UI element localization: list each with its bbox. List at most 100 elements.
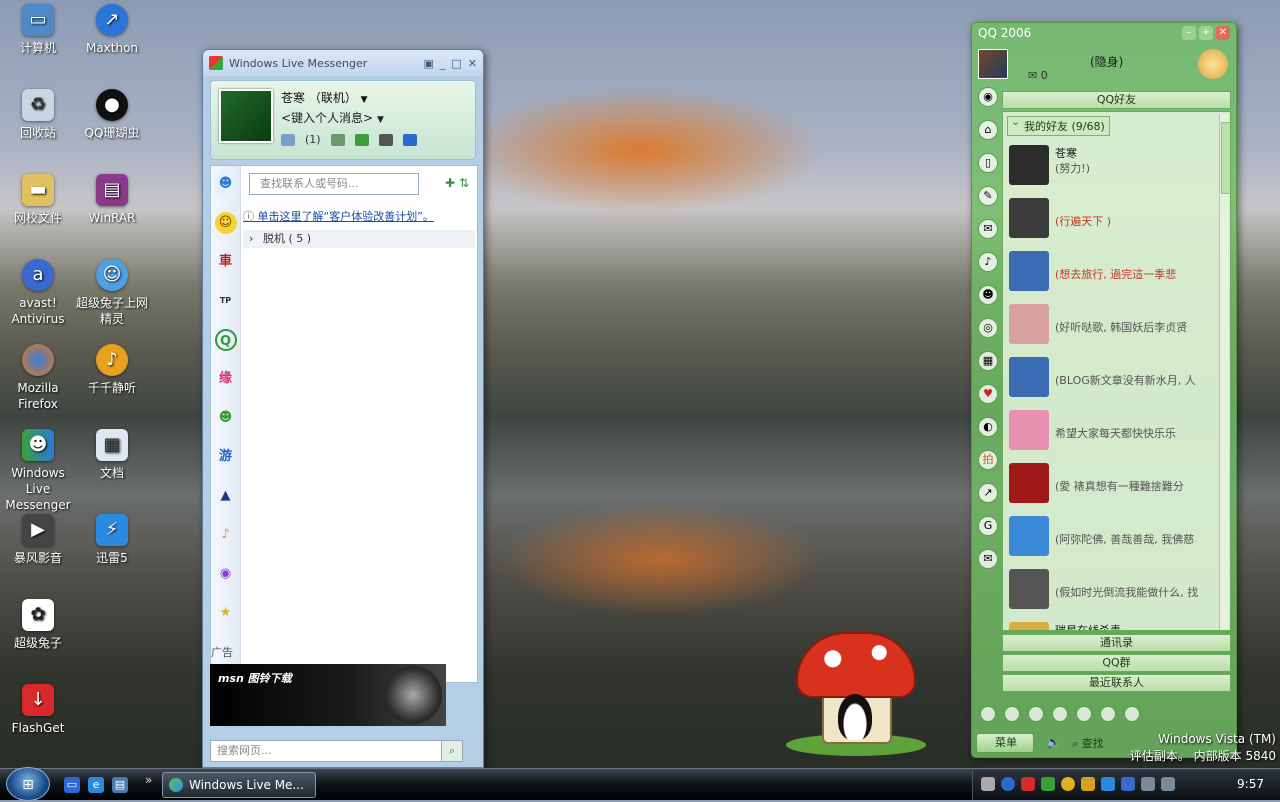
- web-search-input[interactable]: 搜索网页...: [210, 740, 462, 762]
- sort-icon[interactable]: ⇅: [459, 176, 469, 190]
- soso-icon[interactable]: G: [978, 516, 998, 536]
- desktop-icon-thunder[interactable]: ⚡ 迅雷5: [74, 514, 150, 566]
- desktop-icon-storm[interactable]: ▶ 暴风影音: [0, 514, 76, 566]
- switch-windows-icon[interactable]: ▤: [112, 777, 128, 793]
- personal-message[interactable]: <键入个人消息> ▼: [281, 109, 384, 126]
- messenger-tray-icon[interactable]: [1041, 777, 1055, 791]
- you-tab-icon[interactable]: 游: [215, 446, 237, 468]
- list-item[interactable]: 苍寒 (努力!): [1003, 139, 1230, 189]
- close-button[interactable]: ✕: [1216, 26, 1230, 40]
- paintbrush-icon[interactable]: [402, 133, 417, 146]
- smiley-tab-icon[interactable]: ☺: [214, 212, 237, 234]
- keyboard-icon[interactable]: [981, 777, 995, 791]
- dongfeng-tab-icon[interactable]: 車: [215, 251, 237, 273]
- list-item[interactable]: (行遍天下 ): [1003, 192, 1230, 242]
- desktop-icon-recycle-bin[interactable]: ♻ 回收站: [0, 89, 76, 141]
- user-icon[interactable]: [1004, 706, 1020, 722]
- storm-tray-icon[interactable]: [1121, 777, 1135, 791]
- pet2-icon[interactable]: [1076, 706, 1092, 722]
- show-desktop-icon[interactable]: ▭: [64, 777, 80, 793]
- adidas-tab-icon[interactable]: ▲: [215, 485, 237, 507]
- desktop-icon-ttplayer[interactable]: ♪ 千千静听: [74, 344, 150, 396]
- close-button[interactable]: ✕: [468, 57, 477, 70]
- desktop-icon-computer[interactable]: ▭ 计算机: [0, 4, 76, 56]
- list-item[interactable]: 瑞星在线杀毒: [1003, 616, 1230, 630]
- avatar[interactable]: [219, 89, 273, 143]
- minimize-button[interactable]: _: [440, 57, 446, 70]
- notes-icon[interactable]: ✎: [978, 186, 998, 206]
- contacts-tab-icon[interactable]: ☻: [214, 173, 237, 195]
- info-link[interactable]: ⓘ 单击这里了解“客户体验改善计划”。: [243, 208, 475, 224]
- desktop-icon-qq[interactable]: ● QQ珊瑚虫: [74, 89, 150, 141]
- maximize-button[interactable]: +: [1199, 26, 1213, 40]
- music-icon[interactable]: ♪: [978, 252, 998, 272]
- desktop-icon-rabbit[interactable]: ✿ 超级兔子: [0, 599, 76, 651]
- maximize-button[interactable]: □: [451, 57, 461, 70]
- user-tab-icon[interactable]: ☻: [215, 407, 237, 429]
- desktop-icon-messenger[interactable]: ☻ Windows Live Messenger: [0, 429, 76, 513]
- desktop-icon-winrar[interactable]: ▤ WinRAR: [74, 174, 150, 226]
- avatar[interactable]: [978, 49, 1008, 79]
- chevron-right-icon[interactable]: »: [145, 773, 152, 787]
- qq-tray-icon[interactable]: [1061, 777, 1075, 791]
- info-tray-icon[interactable]: [1101, 777, 1115, 791]
- minimize-button[interactable]: –: [1182, 26, 1196, 40]
- scrollbar[interactable]: [1219, 114, 1230, 630]
- group-offline[interactable]: › 脱机 ( 5 ): [243, 230, 475, 248]
- media-icon[interactable]: [1124, 706, 1140, 722]
- qq-pet-widget[interactable]: [786, 626, 926, 760]
- desktop-icon-flashget[interactable]: ↓ FlashGet: [0, 684, 76, 736]
- pet-icon[interactable]: [1052, 706, 1068, 722]
- bag-icon[interactable]: [1100, 706, 1116, 722]
- network-icon[interactable]: [1141, 777, 1155, 791]
- mail-tray-icon[interactable]: [1081, 777, 1095, 791]
- qzone-icon[interactable]: ⌂: [978, 120, 998, 140]
- list-item[interactable]: (好听哒歌, 韩国妖后李贞贤: [1003, 298, 1230, 348]
- tab-recent-contacts[interactable]: 最近联系人: [1002, 674, 1231, 692]
- search-icon[interactable]: ⌕: [441, 740, 463, 762]
- thinkpad-tab-icon[interactable]: TP: [215, 290, 237, 312]
- list-item[interactable]: 希望大家每天都快快乐乐: [1003, 404, 1230, 454]
- calendar-icon[interactable]: ▦: [978, 351, 998, 371]
- list-item[interactable]: (想去旅行, 過完這一季悲: [1003, 245, 1230, 295]
- tab-contacts[interactable]: 通讯录: [1002, 634, 1231, 652]
- chevron-down-icon[interactable]: ▼: [361, 95, 368, 105]
- star-tab-icon[interactable]: ★: [215, 602, 237, 624]
- sharing-folder-icon[interactable]: [330, 133, 345, 146]
- desktop-icon-firefox[interactable]: Mozilla Firefox: [0, 344, 76, 412]
- volume-icon[interactable]: [1161, 777, 1175, 791]
- yuan-tab-icon[interactable]: 缘: [215, 368, 237, 390]
- penguin-icon[interactable]: ◉: [978, 87, 998, 107]
- group-my-friends[interactable]: 我的好友 (9/68): [1007, 115, 1110, 136]
- game-icon[interactable]: ☻: [978, 285, 998, 305]
- mail-count[interactable]: (1): [305, 133, 321, 146]
- mobile-icon[interactable]: ▯: [978, 153, 998, 173]
- ie-icon[interactable]: e: [88, 777, 104, 793]
- globe-icon[interactable]: [1028, 706, 1044, 722]
- music-tab-icon[interactable]: ◉: [215, 563, 237, 585]
- options-icon[interactable]: [378, 133, 393, 146]
- desktop-icon-maxthon[interactable]: ↗ Maxthon: [74, 4, 150, 56]
- stock-icon[interactable]: ↗: [978, 483, 998, 503]
- flashget-tray-icon[interactable]: [1021, 777, 1035, 791]
- qq-menu-button[interactable]: 菜单: [976, 733, 1034, 753]
- desktop-icon-folder[interactable]: ▬ 网校文件: [0, 174, 76, 226]
- list-item[interactable]: (愛 裱真想有一種難捨難分: [1003, 457, 1230, 507]
- list-item[interactable]: (阿弥陀佛, 善哉善哉, 我佛慈: [1003, 510, 1230, 560]
- heart-icon[interactable]: ♥: [978, 384, 998, 404]
- display-name[interactable]: 苍寒 （联机） ▼: [281, 89, 368, 106]
- mail-icon[interactable]: ✉: [978, 219, 998, 239]
- add-contact-icon[interactable]: ✚: [445, 176, 455, 190]
- speaker-icon[interactable]: 🔈: [1046, 735, 1061, 749]
- contacts-icon[interactable]: [354, 133, 369, 146]
- list-item[interactable]: (假如时光倒流我能做什么, 找: [1003, 563, 1230, 613]
- tab-qq-friends[interactable]: QQ好友: [1002, 91, 1231, 109]
- globe-icon[interactable]: ◎: [978, 318, 998, 338]
- desktop-icon-documents[interactable]: ▦ 文档: [74, 429, 150, 481]
- weather-icon[interactable]: [1198, 49, 1228, 79]
- q-tab-icon[interactable]: Q: [214, 329, 237, 351]
- desktop-icon-rabbit-net[interactable]: ☺ 超级兔子上网精灵: [74, 259, 150, 327]
- find-button[interactable]: ⌕ 查找: [1072, 735, 1104, 751]
- edit-icon[interactable]: [980, 706, 996, 722]
- auction-icon[interactable]: 拍: [978, 450, 998, 470]
